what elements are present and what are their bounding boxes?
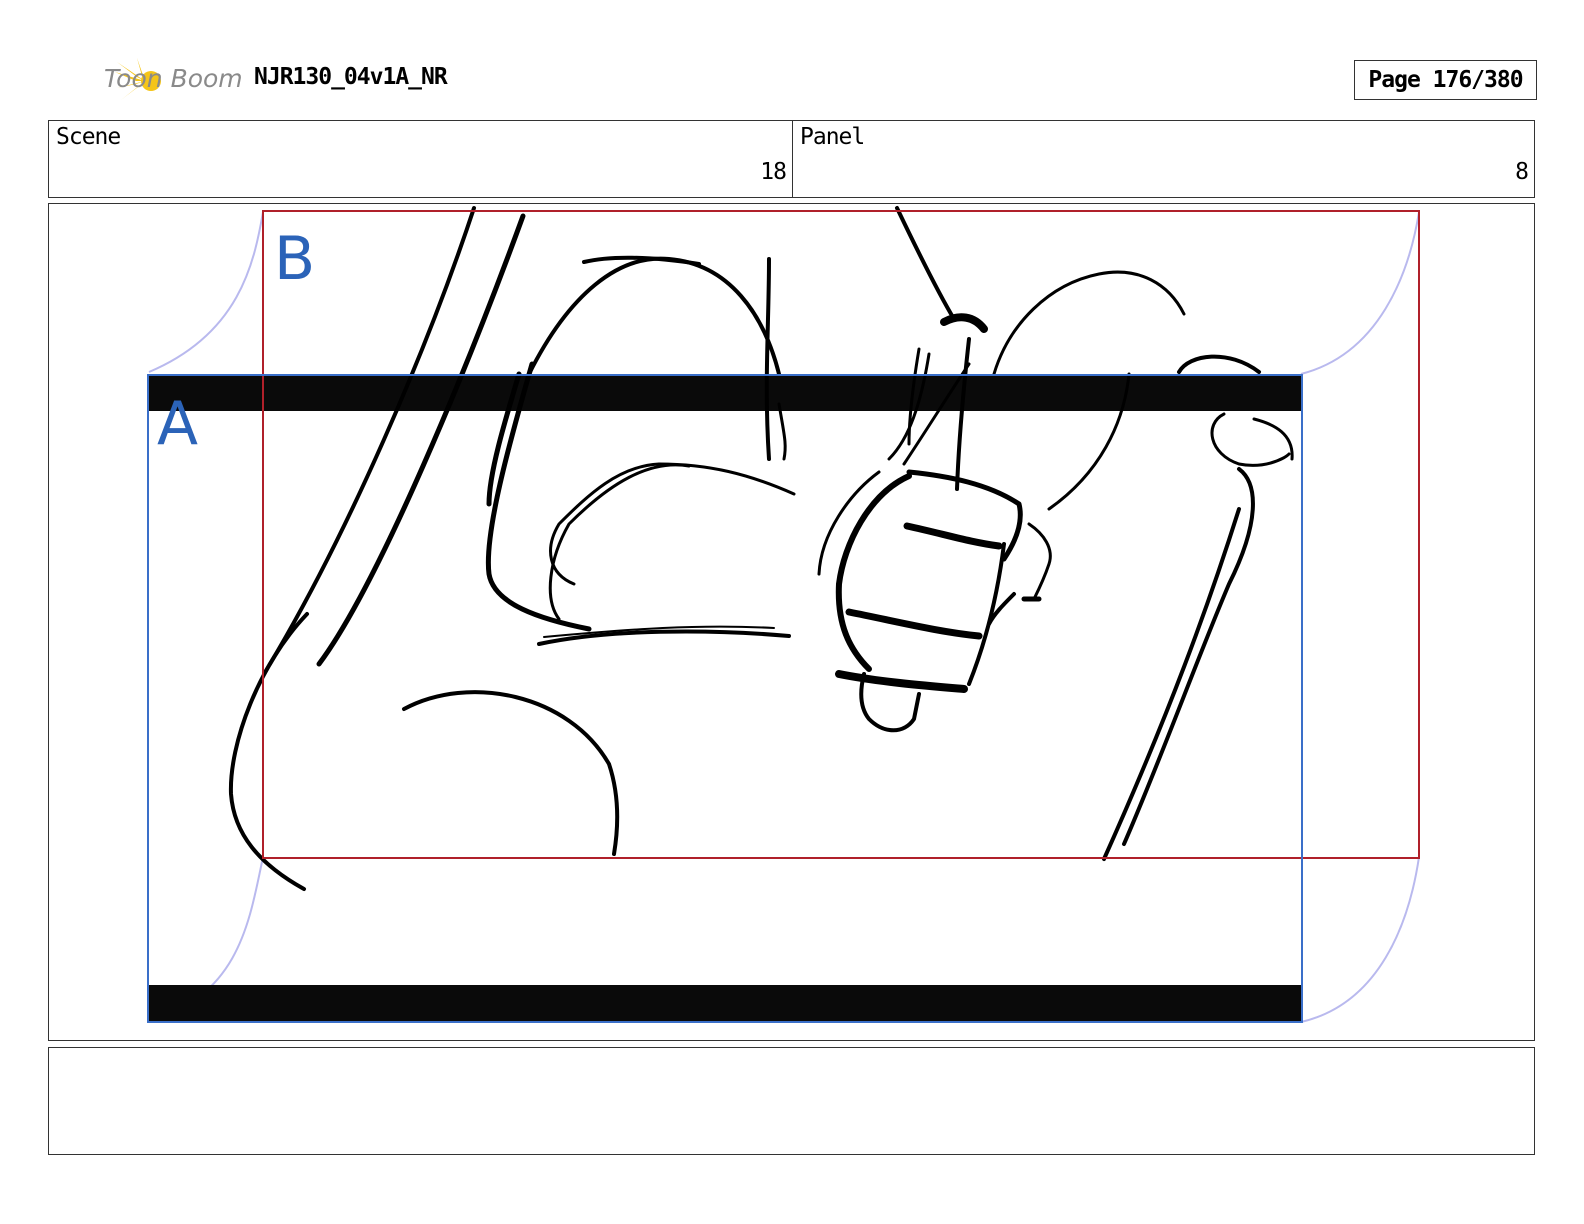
frame-b-label: B	[274, 224, 316, 294]
frame-a-label: A	[157, 389, 199, 459]
logo-text: Toon Boom	[104, 64, 243, 93]
project-title: NJR130_04v1A_NR	[254, 64, 448, 90]
scene-cell: Scene 18	[49, 121, 793, 197]
scene-value: 18	[760, 159, 787, 185]
notes-box	[48, 1047, 1535, 1155]
camera-path-curves	[148, 211, 1420, 1023]
sketch-strokes	[228, 206, 1294, 891]
panel-value: 8	[1515, 159, 1529, 185]
sketch-canvas	[147, 206, 1420, 1023]
scene-panel-table: Scene 18 Panel 8	[48, 120, 1535, 198]
page-indicator: Page 176/380	[1354, 60, 1537, 100]
panel-cell: Panel 8	[793, 121, 1534, 197]
scene-label: Scene	[56, 124, 121, 150]
panel-label: Panel	[800, 124, 865, 150]
letterbox-bottom-bar	[149, 985, 1301, 1021]
storyboard-panel-image: B A	[48, 203, 1535, 1041]
